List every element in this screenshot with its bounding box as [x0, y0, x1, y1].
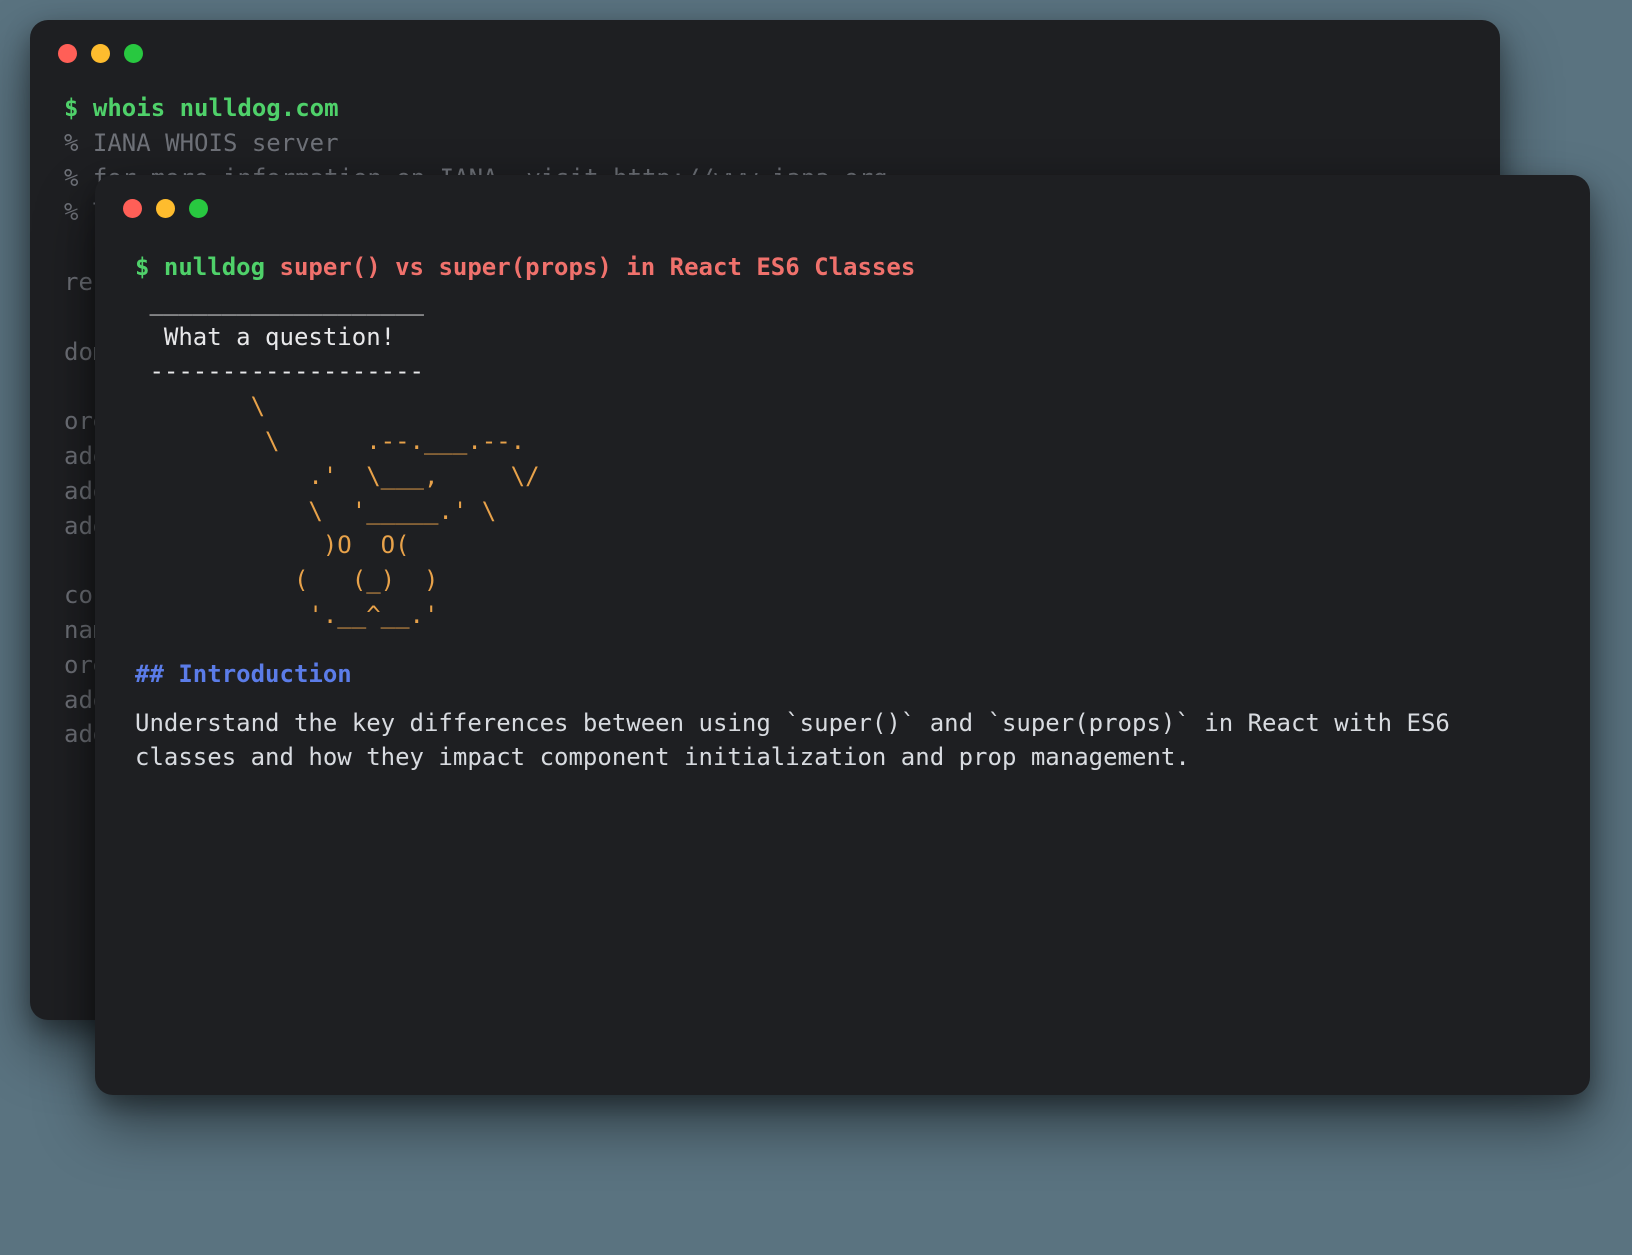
maximize-icon[interactable]: [189, 199, 208, 218]
ascii-art-line: \ '_____.' \: [135, 494, 1550, 529]
prompt-symbol: $: [135, 253, 149, 281]
command-app: nulldog: [164, 253, 265, 281]
maximize-icon[interactable]: [124, 44, 143, 63]
minimize-icon[interactable]: [91, 44, 110, 63]
command-text: whois nulldog.com: [93, 94, 339, 122]
minimize-icon[interactable]: [156, 199, 175, 218]
ascii-art-line: \ .--.___.--.: [135, 424, 1550, 459]
output-line: % IANA WHOIS server: [64, 129, 339, 157]
close-icon[interactable]: [123, 199, 142, 218]
speech-bubble-top: ___________________: [135, 285, 1550, 320]
prompt-symbol: $: [64, 94, 78, 122]
markdown-heading: ## Introduction: [135, 657, 1550, 692]
ascii-art-line: .' \___, \/: [135, 459, 1550, 494]
ascii-art-line: '.__^__.': [135, 598, 1550, 633]
ascii-art-line: ( (_) ): [135, 563, 1550, 598]
intro-paragraph: Understand the key differences between u…: [135, 706, 1550, 776]
terminal-window-front: $ nulldog super() vs super(props) in Rea…: [95, 175, 1590, 1095]
ascii-art-line: \: [135, 389, 1550, 424]
close-icon[interactable]: [58, 44, 77, 63]
window-controls: [95, 175, 1590, 226]
window-controls: [30, 20, 1500, 71]
speech-bubble-text: What a question!: [135, 320, 1550, 355]
speech-bubble-bottom: -------------------: [135, 354, 1550, 389]
ascii-art-line: )O O(: [135, 528, 1550, 563]
command-args: super() vs super(props) in React ES6 Cla…: [280, 253, 916, 281]
terminal-body-front: $ nulldog super() vs super(props) in Rea…: [95, 226, 1590, 815]
